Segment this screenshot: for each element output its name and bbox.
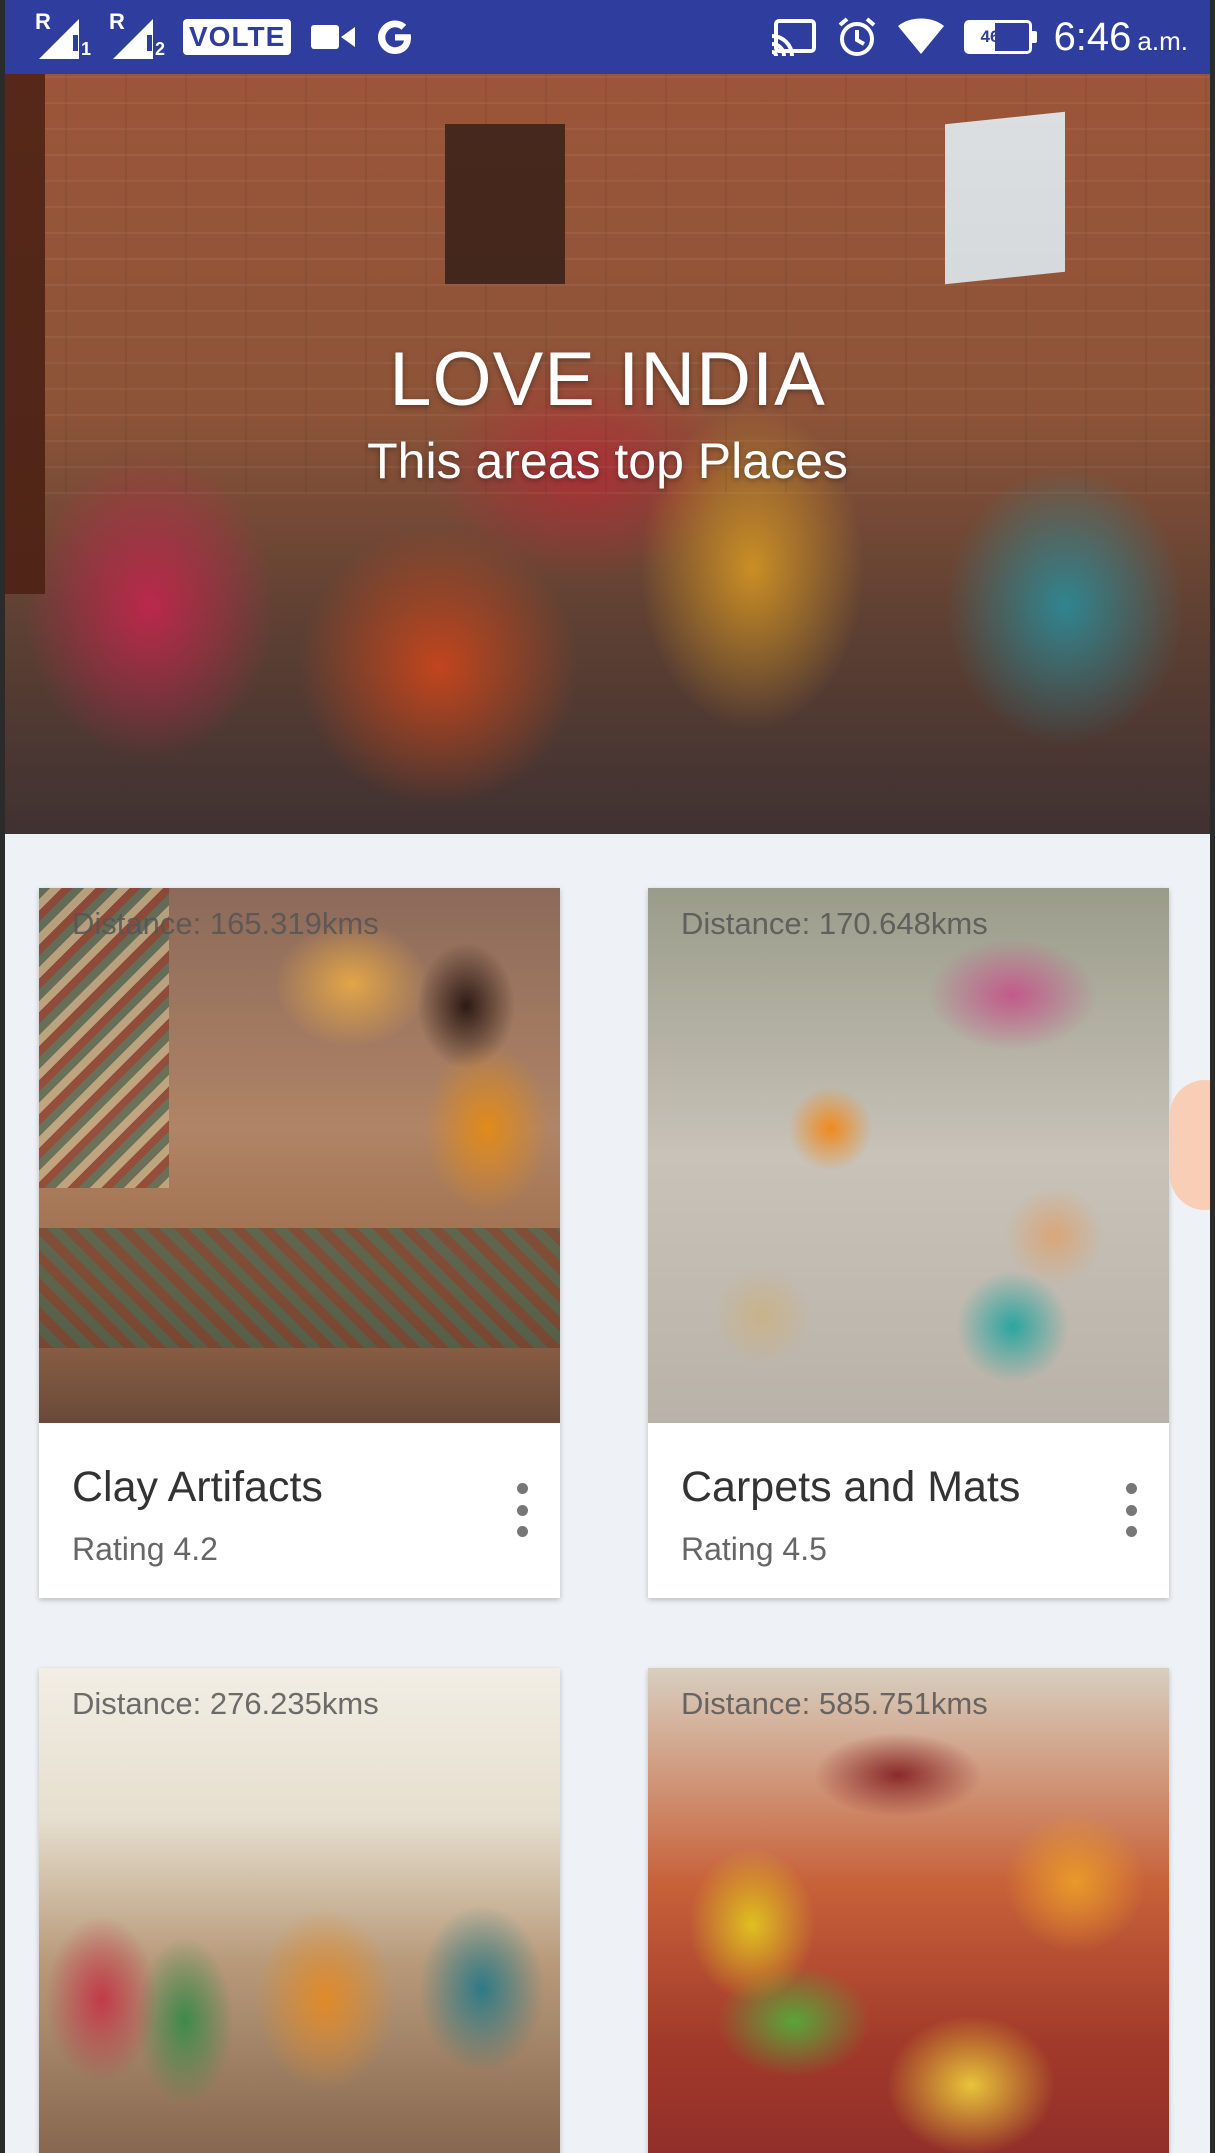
app-screen: R 1 R 2 VOLTE 46% 6:46 a.m. LOVE INDIA T… xyxy=(5,0,1210,2153)
alarm-icon xyxy=(836,16,878,58)
place-distance: Distance: 170.648kms xyxy=(681,906,988,941)
place-card-image[interactable]: Distance: 165.319kms xyxy=(39,888,560,1423)
sim2-label: R xyxy=(109,9,125,34)
status-bar-right: 46% 6:46 a.m. xyxy=(770,0,1188,74)
place-rating: Rating 4.5 xyxy=(681,1531,827,1567)
place-card-image[interactable]: Distance: 276.235kms xyxy=(39,1668,560,2153)
volte-badge: VOLTE xyxy=(183,19,292,55)
overflow-menu-icon[interactable] xyxy=(1119,1483,1143,1537)
hero-title: LOVE INDIA xyxy=(389,337,826,422)
image-detail xyxy=(39,1228,560,1348)
sim2-sub: 2 xyxy=(155,39,166,59)
status-bar: R 1 R 2 VOLTE 46% 6:46 a.m. xyxy=(5,0,1210,74)
battery-percent: 46% xyxy=(980,27,1015,46)
place-card[interactable]: Distance: 585.751kms xyxy=(648,1668,1169,2153)
clock-time: 6:46 xyxy=(1053,14,1132,59)
place-card[interactable]: Distance: 170.648kms Carpets and Mats Ra… xyxy=(648,888,1169,1598)
place-title: Carpets and Mats xyxy=(681,1463,1021,1511)
place-distance: Distance: 276.235kms xyxy=(72,1686,379,1721)
cast-icon xyxy=(770,18,816,56)
signal-icon: R 1 xyxy=(35,9,91,65)
sim1-sub: 1 xyxy=(81,39,92,59)
place-card-footer: Carpets and Mats Rating 4.5 xyxy=(648,1423,1169,1598)
status-bar-left: R 1 R 2 VOLTE xyxy=(35,0,435,74)
video-camera-icon xyxy=(311,22,356,52)
place-title: Clay Artifacts xyxy=(72,1463,323,1511)
google-icon xyxy=(375,17,415,57)
hero-subtitle: This areas top Places xyxy=(367,433,848,489)
status-clock: 6:46 a.m. xyxy=(1054,15,1188,60)
clock-ampm: a.m. xyxy=(1137,25,1188,56)
place-card[interactable]: Distance: 276.235kms xyxy=(39,1668,560,2153)
battery-icon: 46% xyxy=(963,20,1037,54)
place-rating: Rating 4.2 xyxy=(72,1531,218,1567)
place-card-image[interactable]: Distance: 170.648kms xyxy=(648,888,1169,1423)
floating-edge-handle[interactable] xyxy=(1170,1080,1210,1210)
wifi-icon xyxy=(897,18,944,56)
overflow-menu-icon[interactable] xyxy=(510,1483,534,1537)
sim1-label: R xyxy=(35,9,51,34)
place-card[interactable]: Distance: 165.319kms Clay Artifacts Rati… xyxy=(39,888,560,1598)
place-card-footer: Clay Artifacts Rating 4.2 xyxy=(39,1423,560,1598)
place-distance: Distance: 165.319kms xyxy=(72,906,379,941)
signal-icon: R 2 xyxy=(109,9,165,65)
place-distance: Distance: 585.751kms xyxy=(681,1686,988,1721)
hero-banner: LOVE INDIA This areas top Places xyxy=(5,74,1210,834)
place-card-image[interactable]: Distance: 585.751kms xyxy=(648,1668,1169,2153)
